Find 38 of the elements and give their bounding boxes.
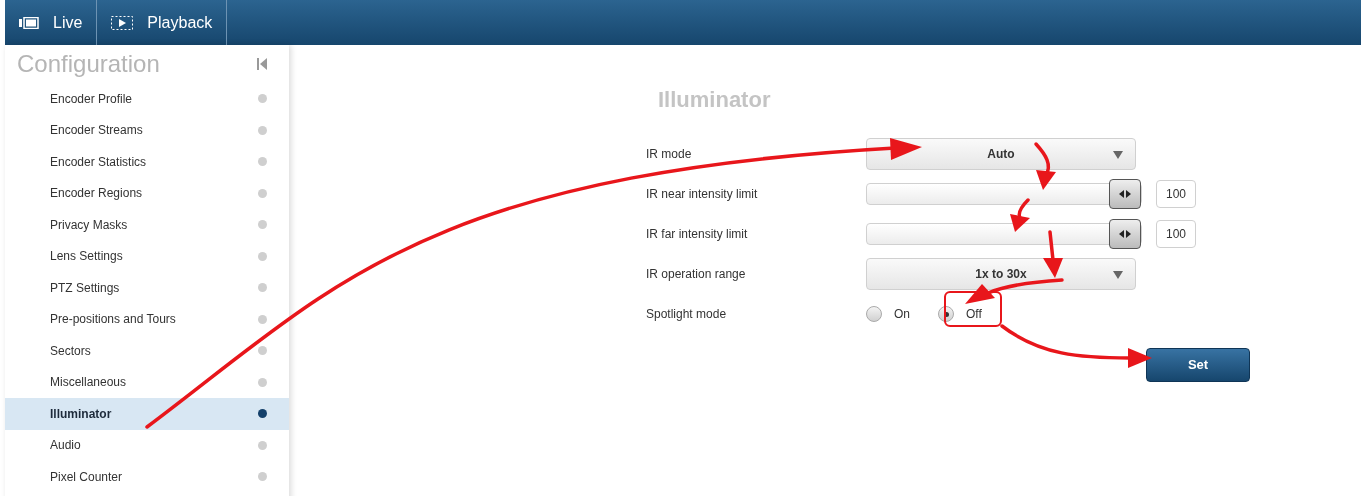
field-label: IR mode bbox=[646, 146, 693, 163]
caret-icon bbox=[1113, 151, 1123, 159]
value-field[interactable]: 100 bbox=[1156, 180, 1196, 208]
sidebar-item[interactable]: Pixel Counter bbox=[5, 461, 289, 493]
slider-handle[interactable] bbox=[1109, 179, 1141, 209]
sidebar-title: Configuration bbox=[17, 49, 160, 79]
caret-icon bbox=[1113, 271, 1123, 279]
field-label: IR near intensity limit bbox=[646, 186, 759, 203]
sidebar-item[interactable]: Encoder Regions bbox=[5, 177, 289, 209]
radio-button[interactable] bbox=[866, 306, 882, 322]
radio-option[interactable]: On bbox=[866, 305, 910, 323]
field-label: IR far intensity limit bbox=[646, 226, 749, 243]
set-button[interactable]: Set bbox=[1146, 348, 1250, 382]
monitor-icon bbox=[19, 16, 39, 29]
annotation-arrow bbox=[1010, 198, 1030, 232]
sidebar-item[interactable]: Illuminator bbox=[5, 398, 289, 430]
dropdown[interactable]: 1x to 30x bbox=[866, 258, 1136, 290]
sidebar-item[interactable]: Sectors bbox=[5, 335, 289, 367]
value-field[interactable]: 100 bbox=[1156, 220, 1196, 248]
sidebar-item[interactable]: Encoder Streams bbox=[5, 114, 289, 146]
radio-option[interactable]: Off bbox=[938, 305, 982, 323]
sidebar-item[interactable]: Audio bbox=[5, 429, 289, 461]
field-label: IR operation range bbox=[646, 266, 747, 283]
field-label: Spotlight mode bbox=[646, 306, 728, 323]
page-title: Illuminator bbox=[658, 86, 772, 114]
film-icon bbox=[111, 15, 134, 30]
sidebar-item[interactable]: Encoder Statistics bbox=[5, 146, 289, 178]
sidebar-item[interactable]: Lens Settings bbox=[5, 240, 289, 272]
dropdown[interactable]: Auto bbox=[866, 138, 1136, 170]
annotation-arrow bbox=[1034, 142, 1056, 190]
sidebar-item[interactable]: Miscellaneous bbox=[5, 366, 289, 398]
highlight-frame bbox=[944, 291, 1002, 327]
collapse-icon[interactable] bbox=[257, 58, 267, 70]
sidebar-item[interactable]: Encoder Profile bbox=[5, 83, 289, 115]
slider-handle[interactable] bbox=[1109, 219, 1141, 249]
sidebar-item[interactable]: Pre-positions and Tours bbox=[5, 303, 289, 335]
sidebar-item[interactable]: PTZ Settings bbox=[5, 272, 289, 304]
sidebar-item[interactable]: Privacy Masks bbox=[5, 209, 289, 241]
